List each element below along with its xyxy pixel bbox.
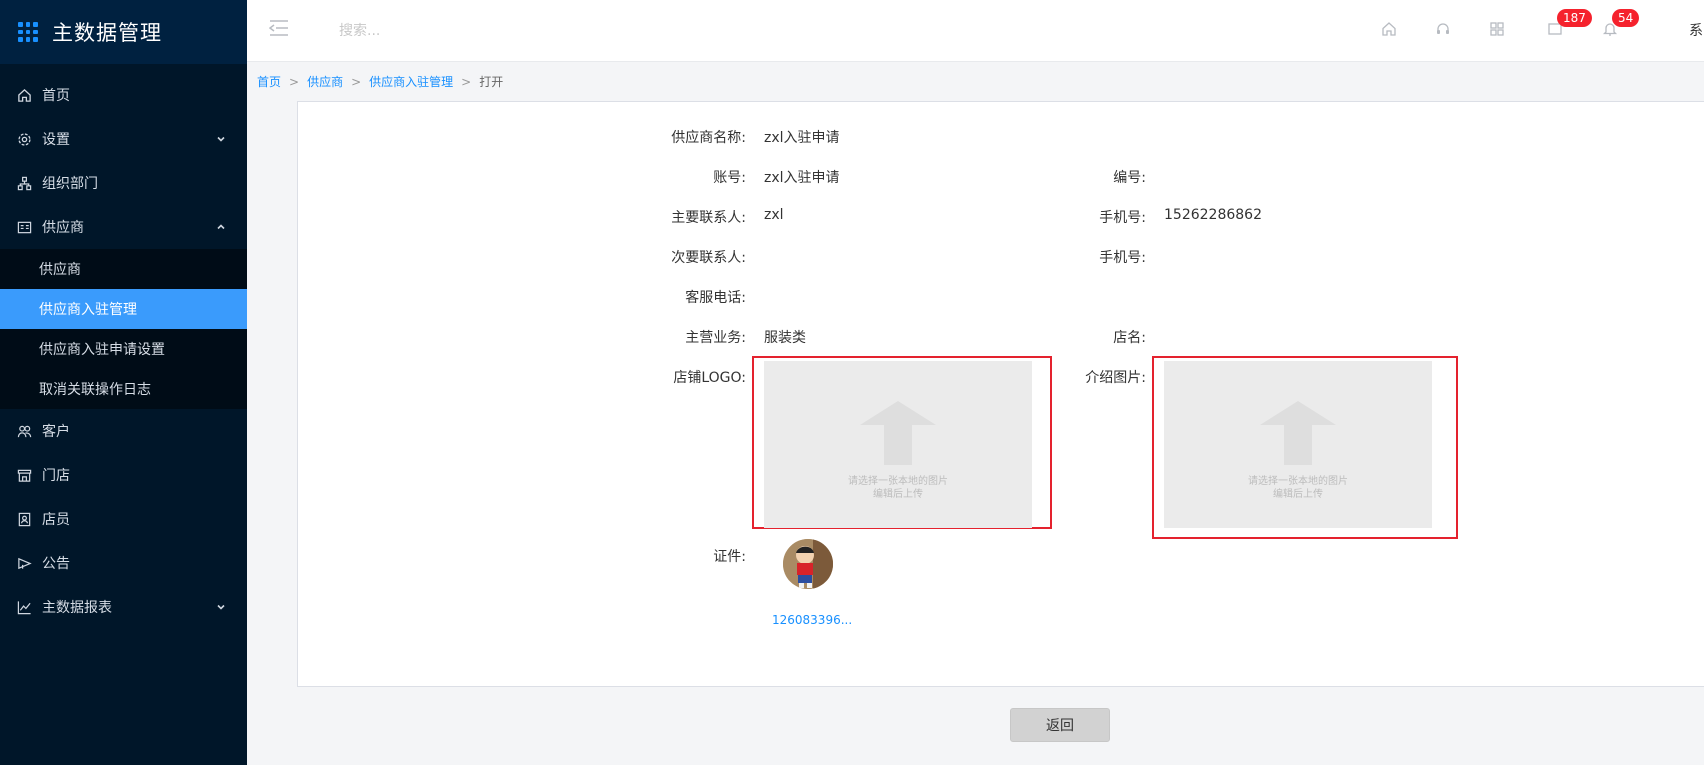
org-icon: [16, 175, 32, 191]
brand: 主数据管理: [0, 0, 247, 64]
sidebar-item-label: 供应商: [42, 220, 84, 236]
main-contact-value: zxl: [764, 207, 784, 223]
phone-value: 15262286862: [1164, 207, 1262, 223]
sidebar-item-label: 设置: [42, 132, 70, 148]
home-icon[interactable]: [1379, 19, 1399, 39]
breadcrumb-current: 打开: [479, 75, 504, 89]
shop-name-label: 店名:: [1113, 330, 1146, 346]
certificate-file-link[interactable]: 126083396...: [772, 613, 852, 627]
breadcrumb-onboarding[interactable]: 供应商入驻管理: [369, 73, 453, 90]
sidebar-item-label: 店员: [42, 512, 70, 528]
sidebar-item-supplier[interactable]: 供应商: [0, 205, 247, 249]
submenu-item-label: 供应商: [39, 262, 81, 278]
sidebar-item-report[interactable]: 主数据报表: [0, 585, 247, 629]
submenu-item-supplier-onboarding[interactable]: 供应商入驻管理: [0, 289, 247, 329]
sidebar-item-label: 门店: [42, 468, 70, 484]
main-contact-label: 主要联系人:: [671, 210, 746, 226]
supplier-name-label: 供应商名称:: [671, 130, 746, 146]
sidebar-item-label: 公告: [42, 556, 70, 572]
submenu-item-supplier[interactable]: 供应商: [0, 249, 247, 289]
search-input[interactable]: [339, 18, 559, 44]
sidebar-item-clerk[interactable]: 店员: [0, 497, 247, 541]
account-label: 账号:: [713, 170, 746, 186]
sidebar-item-customer[interactable]: 客户: [0, 409, 247, 453]
intro-image-label: 介绍图片:: [1085, 370, 1146, 386]
certificate-label: 证件:: [713, 549, 746, 565]
submenu-item-label: 供应商入驻管理: [39, 302, 137, 318]
sidebar-item-org[interactable]: 组织部门: [0, 161, 247, 205]
sidebar-item-store[interactable]: 门店: [0, 453, 247, 497]
supplier-icon: [16, 219, 32, 235]
sidebar-menu-lower: 客户 门店 店员 公告 主数据报表: [0, 409, 247, 629]
submenu-item-label: 取消关联操作日志: [39, 382, 151, 398]
sidebar-item-home[interactable]: 首页: [0, 73, 247, 117]
sidebar-item-label: 首页: [42, 88, 70, 104]
intro-image-upload-area[interactable]: 请选择一张本地的图片 编辑后上传: [1164, 361, 1432, 528]
apps-grid-icon: [18, 22, 38, 42]
chevron-up-icon: [217, 224, 225, 230]
business-value: 服装类: [764, 330, 806, 346]
chevron-down-icon: [217, 136, 225, 142]
supplier-name-value: zxl入驻申请: [764, 130, 840, 146]
notification-count-badge: 54: [1612, 9, 1640, 27]
top-header: 187 54 系: [247, 0, 1704, 62]
breadcrumb-separator: >: [289, 74, 300, 89]
secondary-contact-label: 次要联系人:: [671, 250, 746, 266]
message-count-badge: 187: [1557, 9, 1592, 27]
sidebar-item-label: 组织部门: [42, 176, 98, 192]
announcement-icon: [16, 555, 32, 571]
logo-label: 店铺LOGO:: [673, 370, 746, 386]
breadcrumb-separator: >: [461, 74, 472, 89]
collapse-menu-icon[interactable]: [269, 20, 289, 36]
phone2-label: 手机号:: [1099, 250, 1146, 266]
user-menu[interactable]: 系: [1689, 20, 1703, 40]
phone-label: 手机号:: [1099, 210, 1146, 226]
breadcrumb-home[interactable]: 首页: [257, 73, 281, 90]
chevron-down-icon: [217, 604, 225, 610]
submenu-item-label: 供应商入驻申请设置: [39, 342, 165, 358]
account-value: zxl入驻申请: [764, 170, 840, 186]
sidebar-item-announcement[interactable]: 公告: [0, 541, 247, 585]
service-phone-label: 客服电话:: [685, 290, 746, 306]
store-icon: [16, 467, 32, 483]
chart-icon: [16, 599, 32, 615]
submenu-item-onboarding-settings[interactable]: 供应商入驻申请设置: [0, 329, 247, 369]
logo-upload-area[interactable]: 请选择一张本地的图片 编辑后上传: [764, 361, 1032, 528]
gear-icon: [16, 131, 32, 147]
message-icon[interactable]: 187: [1545, 9, 1592, 39]
breadcrumb: 首页 > 供应商 > 供应商入驻管理 > 打开: [257, 73, 503, 90]
back-button[interactable]: 返回: [1010, 708, 1110, 742]
bell-icon[interactable]: 54: [1600, 9, 1640, 39]
upload-hint: 请选择一张本地的图片 编辑后上传: [848, 476, 948, 500]
headset-icon[interactable]: [1433, 19, 1453, 39]
customer-icon: [16, 423, 32, 439]
breadcrumb-supplier[interactable]: 供应商: [307, 73, 343, 90]
upload-arrow-icon: [860, 401, 936, 465]
upload-hint: 请选择一张本地的图片 编辑后上传: [1248, 476, 1348, 500]
upload-arrow-icon: [1260, 401, 1336, 465]
certificate-thumbnail[interactable]: [783, 539, 833, 589]
breadcrumb-separator: >: [351, 74, 362, 89]
submenu-item-unlink-log[interactable]: 取消关联操作日志: [0, 369, 247, 409]
sidebar-item-label: 客户: [42, 424, 70, 440]
business-label: 主营业务:: [685, 330, 746, 346]
sidebar-item-label: 主数据报表: [42, 600, 112, 616]
code-label: 编号:: [1113, 170, 1146, 186]
sidebar: 主数据管理 首页 设置 组织部门 供应商 供应商 供应商入驻管理 供应商入驻申请…: [0, 0, 247, 765]
grid-icon[interactable]: [1487, 19, 1507, 39]
app-title: 主数据管理: [52, 21, 162, 45]
sidebar-menu: 首页 设置 组织部门 供应商: [0, 73, 247, 249]
supplier-submenu: 供应商 供应商入驻管理 供应商入驻申请设置 取消关联操作日志: [0, 249, 247, 409]
home-icon: [16, 87, 32, 103]
sidebar-item-settings[interactable]: 设置: [0, 117, 247, 161]
app-root: 主数据管理 首页 设置 组织部门 供应商 供应商 供应商入驻管理 供应商入驻申请…: [0, 0, 1704, 765]
clerk-icon: [16, 511, 32, 527]
